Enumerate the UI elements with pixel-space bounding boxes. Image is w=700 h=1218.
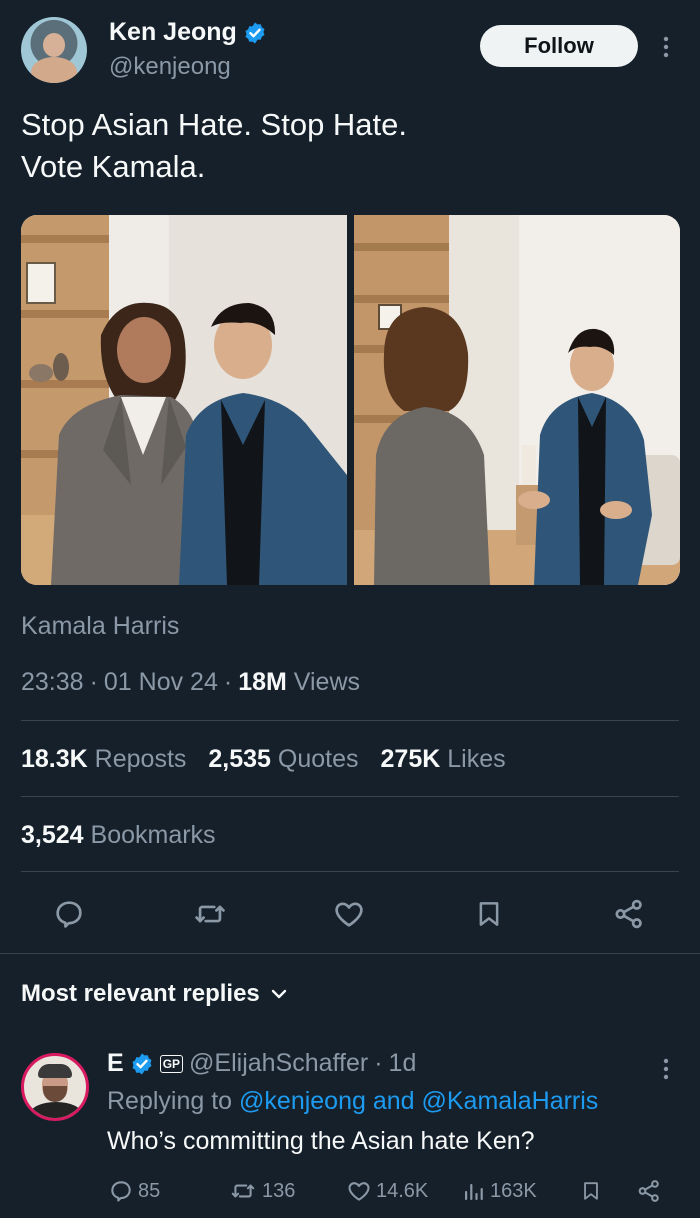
views-count: 18M [238,668,287,696]
reply-age[interactable]: 1d [389,1049,417,1078]
views-icon [462,1178,486,1204]
reply-replies-count: 85 [138,1179,161,1202]
tweet-text-line-1: Stop Asian Hate. Stop Hate. [21,107,408,142]
tweet-text: Stop Asian Hate. Stop Hate. Vote Kamala. [21,104,661,188]
bookmark-icon[interactable] [471,896,507,932]
divider [21,871,679,872]
divider [21,720,679,721]
reply-icon [108,1178,134,1204]
likes-count: 275K [380,745,441,773]
reply-share-icon[interactable] [636,1178,662,1204]
photo-tag[interactable]: Kamala Harris [21,612,179,641]
reply-views-button[interactable]: 163K [462,1178,537,1204]
affiliate-badge[interactable]: GP [159,1054,184,1073]
reply-bookmark-icon[interactable] [580,1178,602,1204]
verified-badge-icon [130,1052,154,1076]
author-avatar[interactable] [21,17,87,83]
more-options-icon[interactable] [656,34,676,60]
reposts-label: Reposts [94,745,187,773]
reply-repost-button[interactable]: 136 [228,1178,295,1204]
reply-reply-button[interactable]: 85 [108,1178,160,1204]
reply-separator: · [374,1049,383,1077]
engagement-stats: 18.3K Reposts 2,535 Quotes 275K Likes [21,745,506,774]
like-icon [346,1178,372,1204]
reposts-stat[interactable]: 18.3K Reposts [21,745,186,774]
tweet-photo-2[interactable] [354,215,680,585]
like-icon[interactable] [331,896,367,932]
author-name-row[interactable]: Ken Jeong [109,18,267,47]
author-handle[interactable]: @kenjeong [109,53,231,81]
verified-badge-icon [243,21,267,45]
reply-views-count: 163K [490,1179,537,1202]
replying-to-prefix: Replying to [107,1087,233,1115]
reply-author-name[interactable]: E [107,1049,124,1078]
follow-button[interactable]: Follow [480,25,638,67]
quotes-stat[interactable]: 2,535 Quotes [208,745,358,774]
views-label: Views [293,668,361,696]
share-icon[interactable] [611,896,647,932]
meta-separator: · [89,668,98,696]
divider [21,796,679,797]
tweet-date[interactable]: 01 Nov 24 [104,668,218,697]
replying-to-link[interactable]: @kenjeong and @KamalaHarris [239,1087,598,1115]
quotes-count: 2,535 [208,745,271,773]
tweet-text-line-2: Vote Kamala. [21,149,206,184]
reply-more-options-icon[interactable] [656,1056,676,1082]
tweet-meta: 23:38 · 01 Nov 24 · 18M Views [21,668,360,697]
tweet-photo-1[interactable] [21,215,347,585]
repost-icon[interactable] [192,896,228,932]
replying-to: Replying to @kenjeong and @KamalaHarris [107,1087,598,1116]
reposts-count: 18.3K [21,745,88,773]
reply-author-handle[interactable]: @ElijahSchaffer [189,1049,368,1078]
likes-label: Likes [447,745,506,773]
reply-icon[interactable] [51,896,87,932]
repost-icon [228,1178,258,1204]
divider [0,953,700,954]
reply-likes-count: 14.6K [376,1179,429,1202]
author-display-name[interactable]: Ken Jeong [109,18,237,47]
reply-header: E GP @ElijahSchaffer · 1d [107,1049,416,1078]
replies-sort-dropdown[interactable]: Most relevant replies [21,980,288,1008]
reply-text: Who’s committing the Asian hate Ken? [107,1127,535,1155]
quotes-label: Quotes [277,745,359,773]
photo-tag-text[interactable]: Kamala Harris [21,612,179,640]
reply-avatar[interactable] [21,1053,89,1121]
likes-stat[interactable]: 275K Likes [381,745,506,774]
bookmarks-count: 3,524 [21,821,84,849]
meta-separator: · [223,668,233,696]
tweet-time[interactable]: 23:38 [21,668,84,697]
bookmarks-label: Bookmarks [90,821,216,849]
reply-like-button[interactable]: 14.6K [346,1178,428,1204]
chevron-down-icon [270,988,288,1000]
replies-sort-label: Most relevant replies [21,980,260,1007]
reply-reposts-count: 136 [262,1179,296,1202]
bookmarks-stat[interactable]: 3,524 Bookmarks [21,821,216,850]
